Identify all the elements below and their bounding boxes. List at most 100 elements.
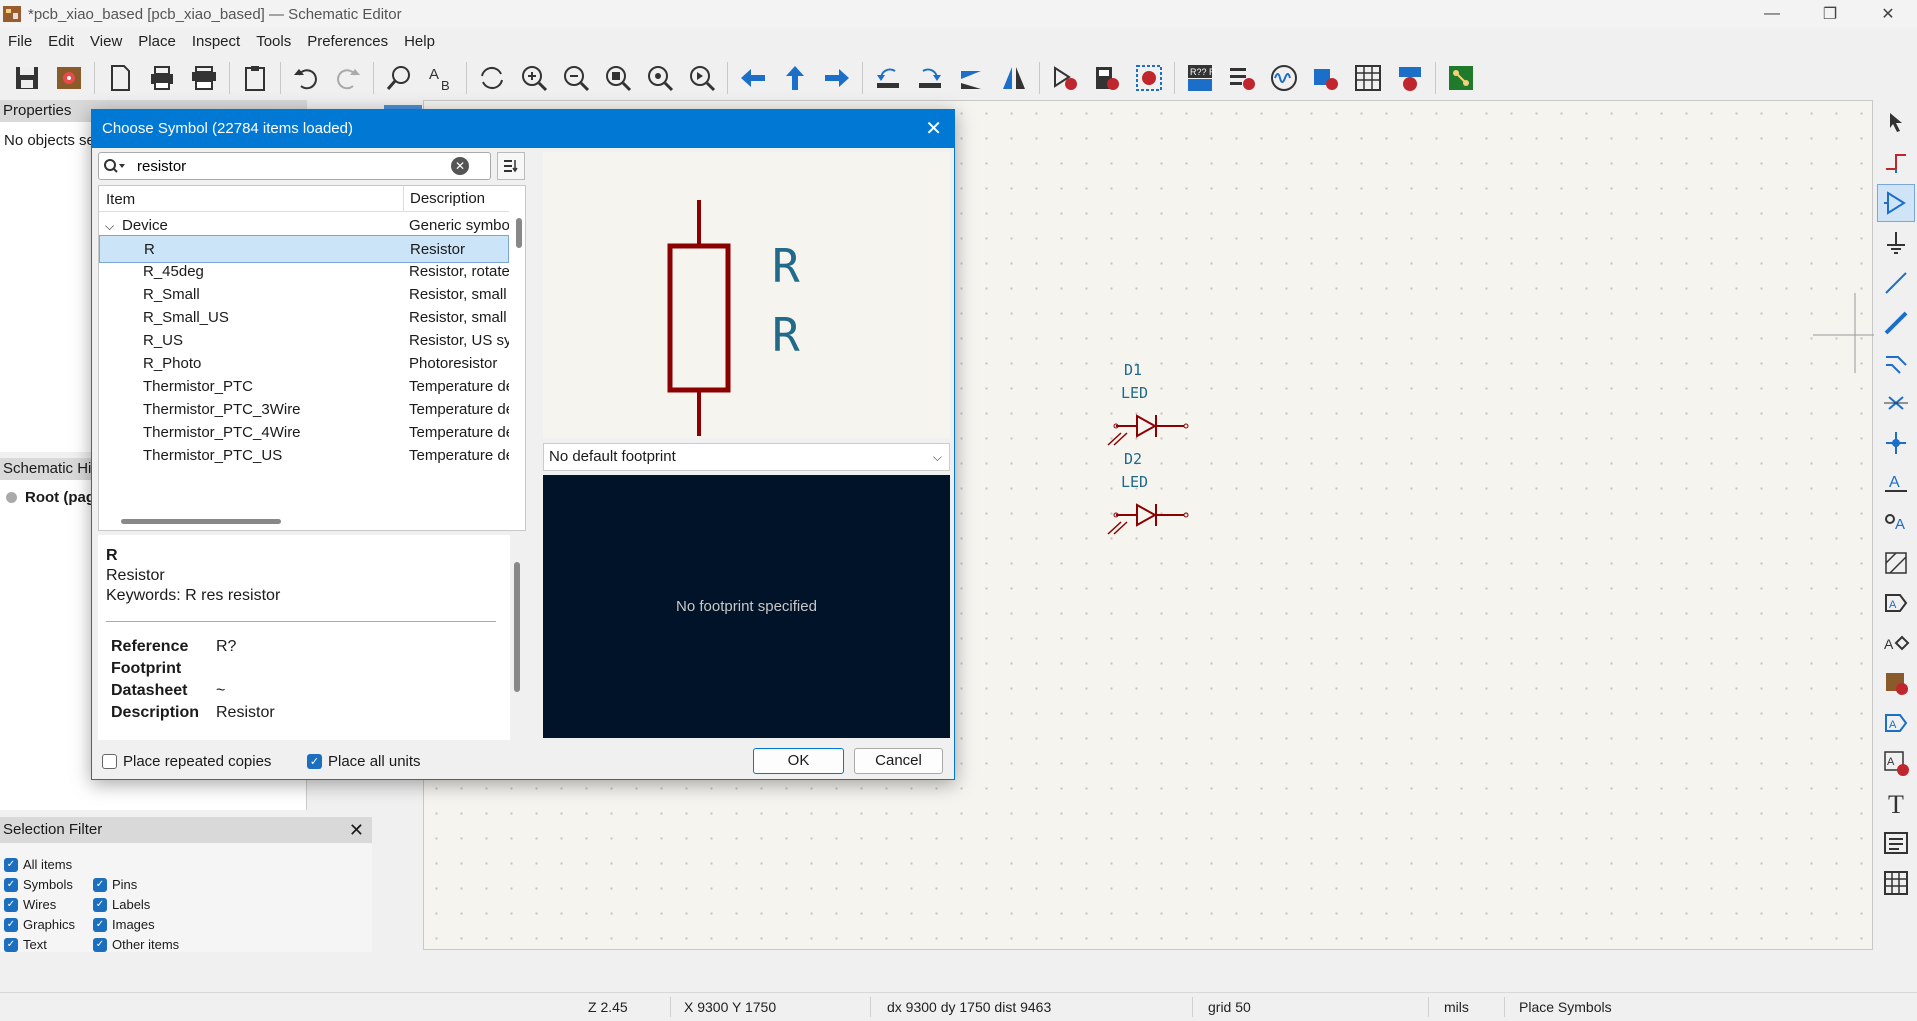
filter-pins[interactable]: ✓ Pins <box>93 877 137 892</box>
filter-all-items[interactable]: ✓ All items <box>4 857 72 872</box>
filter-images[interactable]: ✓ Images <box>93 917 155 932</box>
hier-sheet-icon[interactable]: A <box>1877 584 1915 622</box>
symbol-editor-icon[interactable] <box>1046 59 1084 97</box>
zoom-fit-icon[interactable] <box>599 59 637 97</box>
checkbox-checked-icon[interactable]: ✓ <box>4 917 18 932</box>
zoom-out-icon[interactable] <box>557 59 595 97</box>
checkbox-checked-icon[interactable]: ✓ <box>4 897 18 912</box>
find-replace-icon[interactable]: AB <box>422 59 460 97</box>
refresh-icon[interactable] <box>473 59 511 97</box>
zoom-selection-icon[interactable] <box>683 59 721 97</box>
chevron-down-icon[interactable]: ⌵ <box>933 444 942 470</box>
sort-options-button[interactable] <box>497 152 525 180</box>
symbol-search-input[interactable] <box>129 157 449 175</box>
details-scrollbar[interactable] <box>514 562 520 692</box>
menu-place[interactable]: Place <box>130 33 184 50</box>
checkbox-checked-icon[interactable]: ✓ <box>307 754 322 769</box>
highlight-net-icon[interactable] <box>1877 144 1915 182</box>
checkbox-checked-icon[interactable]: ✓ <box>4 877 18 892</box>
tree-horizontal-scrollbar[interactable] <box>121 519 281 524</box>
place-all-units-checkbox[interactable]: ✓ Place all units <box>307 753 421 770</box>
annotate-icon[interactable] <box>1130 59 1168 97</box>
add-sheet-pin-icon[interactable] <box>1877 664 1915 702</box>
checkbox-checked-icon[interactable]: ✓ <box>4 937 18 952</box>
select-icon[interactable] <box>1877 104 1915 142</box>
schematic-setup-icon[interactable] <box>50 59 88 97</box>
rotate-ccw-icon[interactable] <box>869 59 907 97</box>
find-icon[interactable] <box>380 59 418 97</box>
tree-vertical-scrollbar[interactable] <box>516 218 522 248</box>
filter-graphics[interactable]: ✓ Graphics <box>4 917 75 932</box>
bom-icon[interactable] <box>1349 59 1387 97</box>
add-bus-icon[interactable] <box>1877 304 1915 342</box>
filter-labels[interactable]: ✓ Labels <box>93 897 150 912</box>
import-sheet-pin-icon[interactable]: A <box>1877 624 1915 662</box>
ok-button[interactable]: OK <box>753 748 844 774</box>
maximize-button[interactable]: ❐ <box>1801 0 1859 28</box>
mirror-vertical-icon[interactable] <box>953 59 991 97</box>
wire-to-bus-entry-icon[interactable] <box>1877 344 1915 382</box>
dialog-close-button[interactable]: ✕ <box>925 110 942 148</box>
zoom-in-icon[interactable] <box>515 59 553 97</box>
column-header-item[interactable]: Item <box>106 191 135 208</box>
page-settings-icon[interactable] <box>101 59 139 97</box>
erc-icon[interactable]: R?? R42 <box>1181 59 1219 97</box>
checkbox-checked-icon[interactable]: ✓ <box>93 877 107 892</box>
tree-row[interactable]: Thermistor_PTC_US Temperature dependent r… <box>99 442 509 470</box>
clear-search-icon[interactable]: ✕ <box>451 157 469 175</box>
rotate-cw-icon[interactable] <box>911 59 949 97</box>
navigate-up-icon[interactable] <box>776 59 814 97</box>
filter-wires[interactable]: ✓ Wires <box>4 897 56 912</box>
assign-footprints-icon[interactable] <box>1307 59 1345 97</box>
zoom-objects-icon[interactable] <box>641 59 679 97</box>
filter-text[interactable]: ✓ Text <box>4 937 47 952</box>
generate-bom-icon[interactable] <box>1391 59 1429 97</box>
mirror-horizontal-icon[interactable] <box>995 59 1033 97</box>
text-box-icon[interactable] <box>1877 824 1915 862</box>
simulator-icon[interactable] <box>1265 59 1303 97</box>
menu-view[interactable]: View <box>82 33 130 50</box>
no-connect-icon[interactable] <box>1877 384 1915 422</box>
minimize-button[interactable]: — <box>1743 0 1801 28</box>
menu-help[interactable]: Help <box>396 33 443 50</box>
pcb-editor-icon[interactable] <box>1442 59 1480 97</box>
junction-icon[interactable] <box>1877 424 1915 462</box>
navigate-forward-icon[interactable] <box>818 59 856 97</box>
plot-icon[interactable] <box>185 59 223 97</box>
search-icon[interactable] <box>99 153 129 179</box>
footprint-select[interactable]: No default footprint ⌵ <box>543 443 950 471</box>
menu-preferences[interactable]: Preferences <box>299 33 396 50</box>
print-icon[interactable] <box>143 59 181 97</box>
menu-edit[interactable]: Edit <box>40 33 82 50</box>
selection-filter-close-button[interactable]: ✕ <box>349 817 364 843</box>
undo-icon[interactable] <box>287 59 325 97</box>
add-table-icon[interactable] <box>1877 864 1915 902</box>
close-window-button[interactable]: ✕ <box>1859 0 1917 28</box>
symbol-fields-icon[interactable] <box>1223 59 1261 97</box>
save-icon[interactable] <box>8 59 46 97</box>
paste-icon[interactable] <box>236 59 274 97</box>
cancel-button[interactable]: Cancel <box>854 748 943 774</box>
checkbox-unchecked-icon[interactable] <box>102 754 117 769</box>
checkbox-checked-icon[interactable]: ✓ <box>93 897 107 912</box>
add-text-icon[interactable]: T <box>1877 784 1915 822</box>
place-repeated-copies-checkbox[interactable]: Place repeated copies <box>102 753 271 770</box>
redo-icon[interactable] <box>329 59 367 97</box>
sync-sheet-pins-icon[interactable]: A <box>1877 704 1915 742</box>
checkbox-checked-icon[interactable]: ✓ <box>93 937 107 952</box>
menu-file[interactable]: File <box>0 33 40 50</box>
column-header-description[interactable]: Description <box>403 186 485 212</box>
filter-symbols[interactable]: ✓ Symbols <box>4 877 73 892</box>
symbol-search-field[interactable]: ✕ <box>98 152 491 180</box>
checkbox-checked-icon[interactable]: ✓ <box>4 857 18 872</box>
symbol-browser-icon[interactable] <box>1088 59 1126 97</box>
checkbox-checked-icon[interactable]: ✓ <box>93 917 107 932</box>
add-power-icon[interactable] <box>1877 224 1915 262</box>
add-image-icon[interactable]: A <box>1877 744 1915 782</box>
navigate-back-icon[interactable] <box>734 59 772 97</box>
global-label-icon[interactable]: A <box>1877 504 1915 542</box>
menu-inspect[interactable]: Inspect <box>184 33 248 50</box>
menu-tools[interactable]: Tools <box>248 33 299 50</box>
hier-label-icon[interactable] <box>1877 544 1915 582</box>
add-symbol-icon[interactable] <box>1876 184 1915 222</box>
